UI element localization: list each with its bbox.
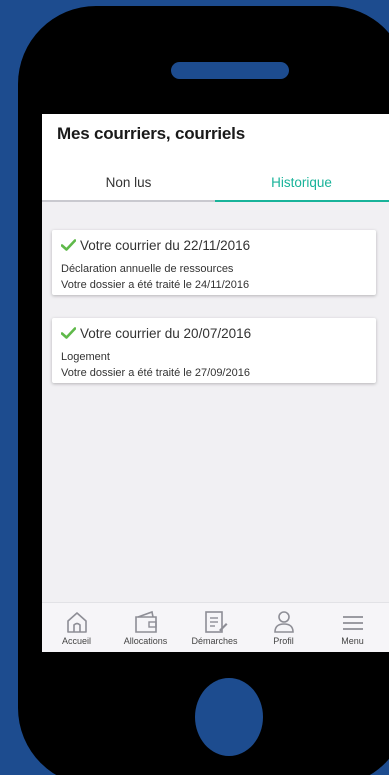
tab-non-lus[interactable]: Non lus bbox=[42, 172, 215, 202]
phone-home-button[interactable] bbox=[195, 678, 263, 756]
nav-item-demarches[interactable]: Démarches bbox=[180, 609, 249, 646]
document-edit-icon bbox=[204, 611, 227, 633]
app-screen: Mes courriers, courriels Non lus Histori… bbox=[42, 114, 389, 652]
letter-subject: Logement bbox=[61, 351, 110, 363]
tab-active-indicator bbox=[215, 200, 389, 202]
nav-item-allocations[interactable]: Allocations bbox=[111, 609, 180, 646]
device-stage: Mes courriers, courriels Non lus Histori… bbox=[0, 0, 389, 775]
letter-title: Votre courrier du 20/07/2016 bbox=[80, 326, 252, 341]
nav-item-menu[interactable]: Menu bbox=[318, 609, 387, 646]
letter-status: Votre dossier a été traité le 24/11/2016 bbox=[61, 279, 250, 291]
phone-speaker bbox=[171, 62, 289, 79]
nav-label: Profil bbox=[273, 636, 294, 646]
letter-title-row: Votre courrier du 22/11/2016 bbox=[61, 238, 250, 253]
letter-card[interactable]: Votre courrier du 20/07/2016 Logement Vo… bbox=[52, 318, 376, 383]
nav-label: Allocations bbox=[123, 636, 168, 646]
menu-icon bbox=[342, 616, 363, 630]
nav-item-accueil[interactable]: Accueil bbox=[42, 609, 111, 646]
nav-label: Démarches bbox=[191, 636, 238, 646]
letter-title: Votre courrier du 22/11/2016 bbox=[80, 238, 251, 253]
wallet-icon bbox=[134, 610, 157, 633]
app-header: Mes courriers, courriels Non lus Histori… bbox=[42, 114, 389, 202]
nav-item-profil[interactable]: Profil bbox=[249, 609, 318, 646]
letter-card[interactable]: Votre courrier du 22/11/2016 Déclaration… bbox=[52, 230, 376, 295]
nav-label: Menu bbox=[341, 636, 364, 646]
letter-title-row: Votre courrier du 20/07/2016 bbox=[61, 326, 251, 341]
letter-subject: Déclaration annuelle de ressources bbox=[61, 263, 234, 275]
page-title: Mes courriers, courriels bbox=[57, 124, 245, 143]
user-icon bbox=[273, 611, 294, 633]
check-icon bbox=[61, 327, 76, 339]
check-icon bbox=[61, 239, 76, 251]
bottom-nav: Accueil Allocations Démarches Profil Men… bbox=[42, 602, 389, 652]
letter-status: Votre dossier a été traité le 27/09/2016 bbox=[61, 367, 250, 379]
home-icon bbox=[66, 612, 87, 633]
nav-label: Accueil bbox=[61, 636, 91, 646]
tab-historique[interactable]: Historique bbox=[215, 172, 388, 202]
tab-underline bbox=[42, 200, 215, 202]
